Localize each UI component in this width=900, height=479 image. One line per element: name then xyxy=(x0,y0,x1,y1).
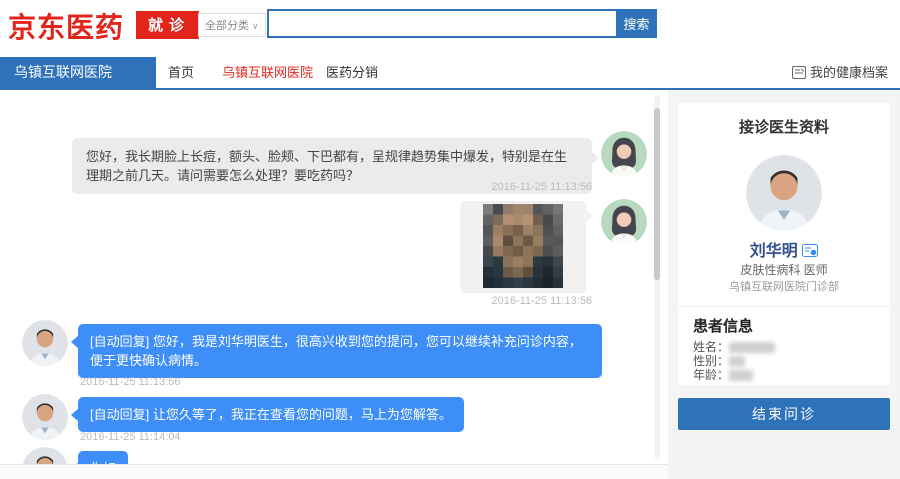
chevron-down-icon: ∨ xyxy=(252,21,259,31)
message-timestamp: 2016-11-25 11:13:56 xyxy=(491,295,592,307)
chat-scrollbar-thumb[interactable] xyxy=(654,108,660,280)
tab-wuzhen-hospital[interactable]: 乌镇互联网医院 xyxy=(222,57,313,88)
doctor-panel-title: 接诊医生资料 xyxy=(738,119,829,136)
doctor-department: 皮肤性病科 医师 xyxy=(740,263,828,277)
tab-medicine-distribution[interactable]: 医药分销 xyxy=(326,57,378,88)
patient-name-label: 姓名： xyxy=(693,340,730,354)
chat-footer-strip xyxy=(0,464,668,479)
search-button[interactable]: 搜索 xyxy=(616,9,657,38)
message-timestamp: 2016-11-25 11:14:04 xyxy=(80,431,181,443)
health-record-label: 我的健康档案 xyxy=(810,65,889,80)
patient-gender-value-redacted xyxy=(729,356,746,368)
app-window: 京东医药 就诊 全部分类 ∨ 搜索 乌镇互联网医院 首页 乌镇互联网医院 医药分销… xyxy=(0,0,900,479)
doctor-info-panel: 接诊医生资料 刘华明 皮肤性病科 医师 乌镇互联网医院门诊部 患者信息 姓名： … xyxy=(678,103,890,385)
chat-message-doctor-text: [自动回复] 让您久等了，我正在查看您的问题，马上为您解答。 xyxy=(71,397,464,432)
category-dropdown-label: 全部分类 xyxy=(205,20,249,32)
chat-message-doctor-text: 你好 xyxy=(70,451,129,464)
chat-panel: 您好，我长期脸上长痘，额头、脸颊、下巴都有，呈规律趋势集中爆发，特别是在生理期之… xyxy=(0,90,668,464)
category-dropdown[interactable]: 全部分类 ∨ xyxy=(198,13,266,37)
jd-medicine-logo: 京东医药 xyxy=(8,12,125,43)
tab-home[interactable]: 首页 xyxy=(168,57,194,88)
patient-avatar xyxy=(601,131,647,177)
patient-name-value-redacted xyxy=(729,342,776,354)
search-bar: 搜索 xyxy=(267,9,657,38)
doctor-name[interactable]: 刘华明 xyxy=(750,243,798,260)
message-timestamp: 2016-11-25 11:13:56 xyxy=(80,376,181,388)
doctor-avatar xyxy=(22,320,68,366)
divider xyxy=(678,306,890,307)
patient-age-row: 年龄： xyxy=(693,368,754,382)
patient-avatar xyxy=(601,199,647,245)
doctor-profile-photo xyxy=(746,155,822,231)
patient-age-value-redacted xyxy=(729,370,754,382)
chat-message-patient-image[interactable] xyxy=(460,201,593,293)
chat-message-doctor-text: [自动回复] 您好，我是刘华明医生，很高兴收到您的提问，您可以继续补充问诊内容，… xyxy=(71,324,602,378)
patient-gender-row: 性别： xyxy=(693,354,746,368)
hospital-banner: 乌镇互联网医院 xyxy=(0,57,156,88)
blurred-face-photo xyxy=(483,204,563,288)
doctor-avatar xyxy=(22,394,68,440)
doctor-certificate-icon xyxy=(802,244,819,257)
message-timestamp: 2016-11-25 11:13:56 xyxy=(491,181,592,193)
health-record-icon xyxy=(792,66,806,79)
end-consultation-button[interactable]: 结束问诊 xyxy=(678,398,890,430)
patient-gender-label: 性别： xyxy=(693,354,730,368)
search-input[interactable] xyxy=(267,9,616,38)
doctor-hospital: 乌镇互联网医院门诊部 xyxy=(729,281,839,293)
patient-age-label: 年龄： xyxy=(693,368,730,382)
patient-info-title: 患者信息 xyxy=(693,318,754,335)
my-health-record-link[interactable]: 我的健康档案 xyxy=(792,57,888,88)
doctor-avatar xyxy=(22,447,68,464)
consult-badge: 就诊 xyxy=(136,11,200,39)
patient-name-row: 姓名： xyxy=(693,340,776,354)
